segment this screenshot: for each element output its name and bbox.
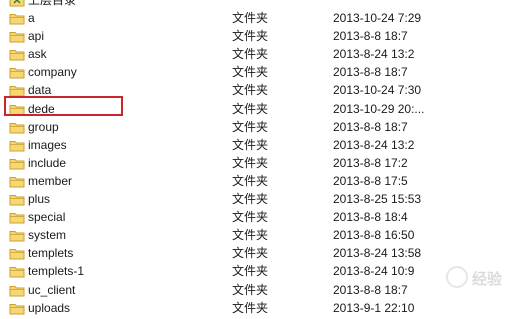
file-type: 文件夹 (232, 246, 269, 261)
highlight-annotation (4, 96, 123, 116)
folder-icon (9, 213, 25, 224)
file-type: 文件夹 (232, 264, 269, 279)
watermark: 经验 (444, 256, 520, 319)
file-row[interactable]: plus 文件夹 2013-8-25 15:53 (0, 190, 520, 208)
file-row[interactable]: templets-1 文件夹 2013-8-24 10:9 (0, 262, 520, 280)
file-type: 文件夹 (232, 119, 269, 134)
file-type: 文件夹 (232, 210, 269, 225)
file-list: 上层目录 a 文件夹 2013-10-24 7:29 api 文件夹 2013-8-8 1… (0, 0, 520, 319)
file-date: 2013-10-29 20:... (333, 101, 425, 116)
file-date: 2013-9-1 22:10 (333, 300, 415, 315)
file-name: plus (28, 192, 51, 206)
file-name: images (28, 137, 67, 152)
file-type: 文件夹 (232, 47, 269, 62)
file-date: 2013-8-24 13:2 (333, 137, 415, 152)
file-row[interactable]: special 文件夹 2013-8-8 18:4 (0, 208, 520, 226)
file-date: 2013-8-24 13:58 (333, 246, 422, 261)
file-name: include (28, 155, 67, 170)
file-type: 文件夹 (232, 101, 269, 116)
folder-icon (9, 195, 25, 206)
parent-folder-label: 上层目录 (28, 0, 77, 7)
file-date: 2013-8-8 18:7 (333, 29, 408, 44)
parent-folder-icon (9, 0, 25, 7)
file-date: 2013-8-8 17:2 (333, 155, 408, 170)
file-row[interactable]: a 文件夹 2013-10-24 7:29 (0, 9, 520, 27)
watermark-text: 经验 (472, 271, 503, 288)
file-date: 2013-10-24 7:30 (333, 83, 422, 98)
file-date: 2013-8-25 15:53 (333, 192, 422, 206)
file-type: 文件夹 (232, 155, 269, 170)
folder-icon (9, 249, 25, 260)
file-name: company (28, 65, 77, 80)
file-name: uc_client (28, 282, 76, 297)
file-date: 2013-8-8 18:4 (333, 210, 408, 225)
file-row[interactable]: member 文件夹 2013-8-8 17:5 (0, 172, 520, 190)
watermark-logo-icon (446, 266, 468, 288)
file-date: 2013-8-8 18:7 (333, 65, 408, 80)
file-type: 文件夹 (232, 192, 269, 206)
file-name: member (28, 173, 73, 188)
parent-folder-row[interactable]: 上层目录 (0, 0, 520, 9)
folder-icon (9, 285, 25, 296)
file-name: uploads (28, 300, 71, 315)
file-row[interactable]: templets 文件夹 2013-8-24 13:58 (0, 244, 520, 262)
file-name: system (28, 228, 67, 243)
file-date: 2013-8-8 16:50 (333, 228, 415, 243)
file-type: 文件夹 (232, 228, 269, 243)
folder-icon (9, 303, 25, 315)
file-type: 文件夹 (232, 282, 269, 297)
file-name: templets (28, 246, 74, 261)
file-row[interactable]: system 文件夹 2013-8-8 16:50 (0, 226, 520, 244)
file-date: 2013-8-24 10:9 (333, 264, 415, 279)
file-type: 文件夹 (232, 173, 269, 188)
file-date: 2013-8-24 13:2 (333, 47, 415, 62)
file-row[interactable]: uc_client 文件夹 2013-8-8 18:7 (0, 281, 520, 299)
folder-icon (9, 140, 25, 152)
folder-icon (9, 176, 25, 188)
file-name: a (28, 11, 35, 25)
folder-icon (9, 122, 25, 134)
file-date: 2013-8-8 17:5 (333, 173, 408, 188)
file-row[interactable]: images 文件夹 2013-8-24 13:2 (0, 136, 520, 154)
file-row[interactable]: include 文件夹 2013-8-8 17:2 (0, 154, 520, 172)
file-type: 文件夹 (232, 29, 269, 44)
file-type: 文件夹 (232, 300, 269, 315)
folder-icon (9, 231, 25, 242)
file-row[interactable]: ask 文件夹 2013-8-24 13:2 (0, 45, 520, 63)
folder-icon (9, 158, 25, 170)
file-name: ask (28, 47, 47, 62)
file-type: 文件夹 (232, 137, 269, 152)
file-name: templets-1 (28, 264, 85, 279)
file-row[interactable]: company 文件夹 2013-8-8 18:7 (0, 63, 520, 81)
file-name: group (28, 119, 59, 134)
file-date: 2013-10-24 7:29 (333, 11, 422, 25)
folder-icon (9, 267, 25, 278)
file-row[interactable]: group 文件夹 2013-8-8 18:7 (0, 118, 520, 136)
file-row[interactable]: api 文件夹 2013-8-8 18:7 (0, 27, 520, 45)
folder-icon (9, 50, 25, 61)
folder-icon (9, 32, 25, 43)
file-name: api (28, 29, 45, 44)
folder-icon (9, 14, 25, 25)
file-type: 文件夹 (232, 65, 269, 80)
file-row[interactable]: uploads 文件夹 2013-9-1 22:10 (0, 299, 520, 317)
folder-icon (9, 68, 25, 79)
file-date: 2013-8-8 18:7 (333, 119, 408, 134)
file-type: 文件夹 (232, 11, 269, 25)
file-name: special (28, 210, 66, 225)
file-type: 文件夹 (232, 83, 269, 98)
file-date: 2013-8-8 18:7 (333, 282, 408, 297)
